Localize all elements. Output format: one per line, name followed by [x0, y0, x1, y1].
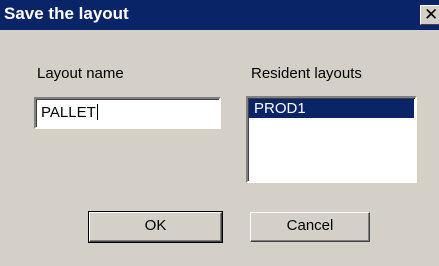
close-icon: ✕: [424, 5, 439, 25]
resident-layouts-label: Resident layouts: [251, 65, 362, 82]
resident-layouts-list[interactable]: PROD1: [246, 96, 417, 183]
list-item-prod1[interactable]: PROD1: [249, 99, 414, 118]
layout-name-input[interactable]: PALLET: [34, 97, 221, 129]
save-layout-dialog: Save the layout ✕ Layout name Resident l…: [0, 0, 439, 266]
dialog-title: Save the layout: [4, 4, 129, 23]
layout-name-text: PALLET: [41, 104, 96, 121]
layout-name-label: Layout name: [37, 65, 124, 82]
cancel-button[interactable]: Cancel: [250, 212, 370, 242]
text-caret: [96, 104, 98, 120]
close-button[interactable]: ✕: [420, 5, 439, 25]
ok-button[interactable]: OK: [88, 211, 223, 243]
title-bar[interactable]: Save the layout ✕: [0, 0, 439, 30]
layout-name-value: PALLET: [41, 104, 98, 122]
